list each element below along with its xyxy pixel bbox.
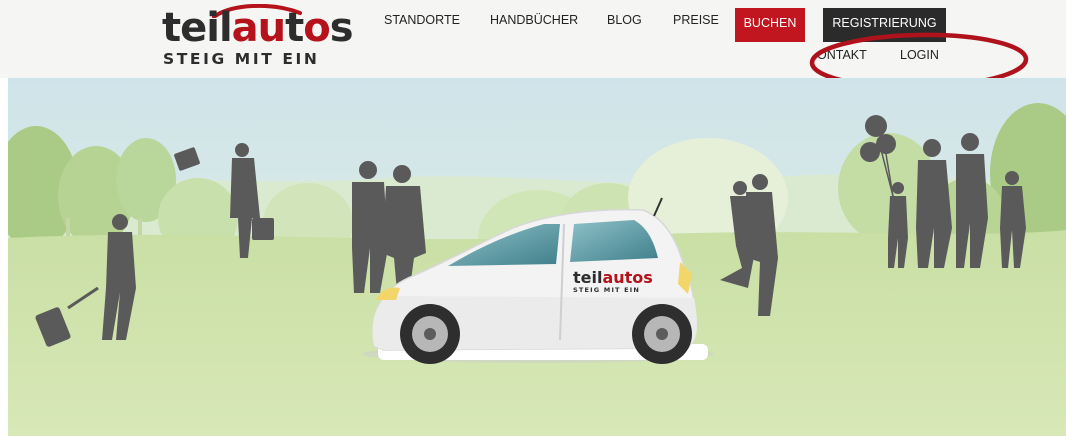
registrierung-button[interactable]: REGISTRIERUNG [823,8,946,42]
nav-standorte[interactable]: STANDORTE [384,0,460,40]
site-header: teilautos STEIG MIT EIN STANDORTE HANDBÜ… [0,0,1066,78]
logo-wordmark: teilautos [162,5,354,51]
nav-kontakt[interactable]: ONTAKT [817,48,867,62]
buchen-button[interactable]: BUCHEN [735,8,805,42]
nav-preise[interactable]: PREISE [673,0,719,40]
nav-login[interactable]: LOGIN [900,48,939,62]
nav-handbuecher[interactable]: HANDBÜCHER [490,0,578,40]
car-door-logo: teilautos STEIG MIT EIN [573,268,653,295]
logo-tagline: STEIG MIT EIN [163,50,320,68]
nav-blog[interactable]: BLOG [607,0,642,40]
teilautos-logo[interactable]: teilautos STEIG MIT EIN [162,4,354,76]
hero-illustration [8,78,1066,436]
